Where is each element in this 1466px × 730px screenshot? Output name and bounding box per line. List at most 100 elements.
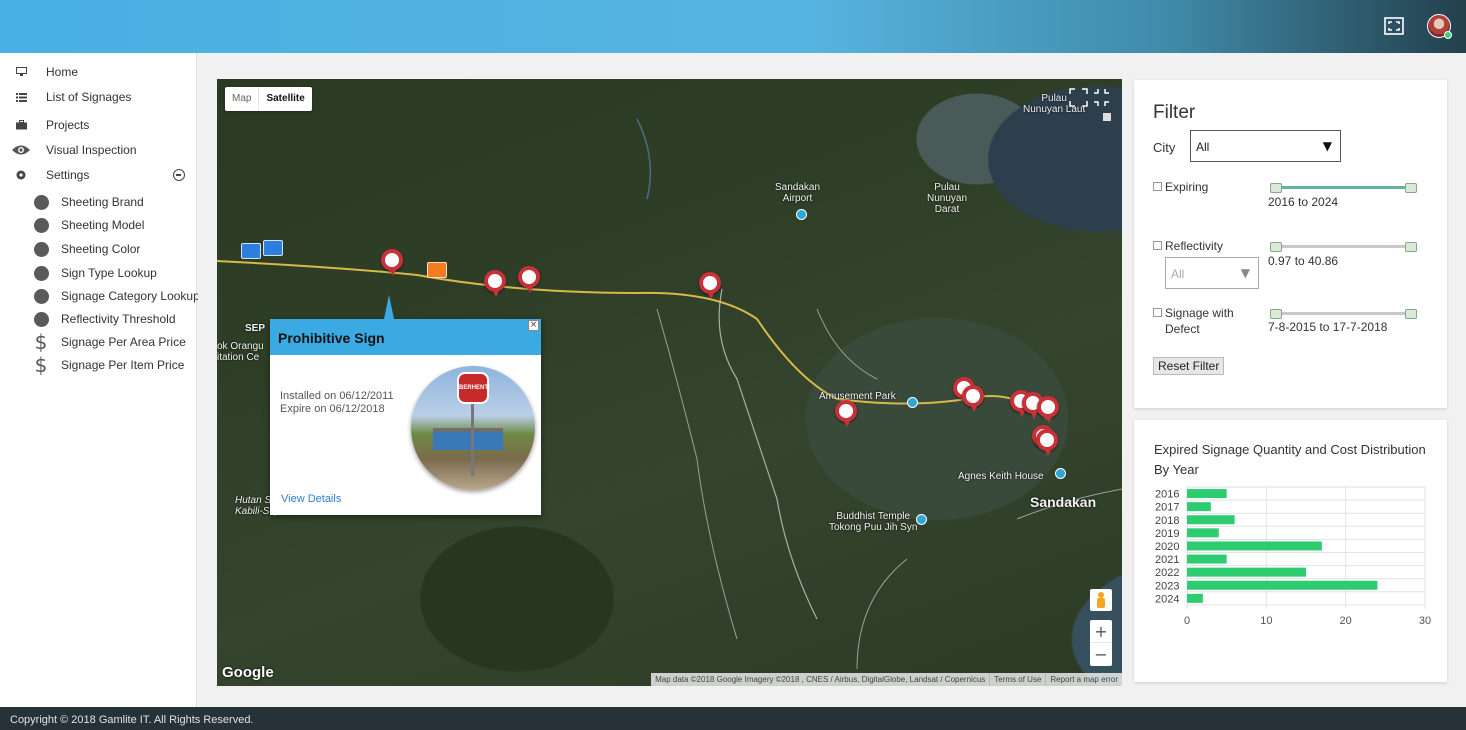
slider-handle-min[interactable] [1270, 309, 1282, 319]
reflectivity-select[interactable]: All ▼ [1165, 257, 1259, 289]
signage-marker-red[interactable] [518, 266, 540, 293]
sidebar-item-list-of-signages[interactable]: List of Signages [0, 86, 197, 108]
map-type-satellite-button[interactable]: Satellite [258, 87, 311, 111]
reflectivity-select-value: All [1171, 267, 1185, 281]
poi-icon[interactable] [907, 397, 918, 408]
sidebar-item-label: Signage Per Item Price [61, 358, 185, 372]
sidebar-item-home[interactable]: Home [0, 61, 197, 83]
zoom-in-button[interactable]: + [1090, 620, 1112, 643]
signage-marker-red[interactable] [381, 249, 403, 276]
city-label: City [1153, 140, 1176, 155]
street-view-pegman-icon[interactable] [1090, 589, 1112, 611]
map-type-control: Map Satellite [225, 87, 312, 111]
reset-filter-button[interactable]: Reset Filter [1153, 357, 1225, 375]
slider-handle-min[interactable] [1270, 242, 1282, 252]
expired-signage-bar-chart: 201620172018201920202021202220232024 0 10 2… [1155, 486, 1431, 627]
sidebar-item-projects[interactable]: Projects [0, 114, 197, 136]
signage-marker-red[interactable] [699, 272, 721, 299]
expire-date: Expire on 06/12/2018 [280, 403, 385, 415]
sidebar-item-sign-type-lookup[interactable]: Sign Type Lookup [0, 262, 197, 284]
reflectivity-label: Reflectivity [1165, 239, 1224, 253]
zoom-out-button[interactable]: − [1090, 643, 1112, 666]
sidebar-item-sheeting-brand[interactable]: Sheeting Brand [0, 191, 197, 213]
defect-checkbox[interactable] [1153, 308, 1162, 317]
map-label-amusement-park: Amusement Park [819, 391, 896, 402]
sidebar-item-sheeting-model[interactable]: Sheeting Model [0, 214, 197, 236]
terms-of-use-link[interactable]: Terms of Use [989, 673, 1045, 686]
slider-handle-min[interactable] [1270, 183, 1282, 193]
sidebar-item-signage-category-lookup[interactable]: Signage Category Lookup [0, 285, 200, 307]
expiring-range-slider[interactable] [1270, 183, 1417, 193]
signage-marker-orange[interactable] [427, 262, 447, 278]
top-header [0, 0, 1466, 53]
signage-marker-red[interactable] [484, 270, 506, 297]
slider-track [1274, 245, 1414, 248]
chevron-down-icon: ▼ [1240, 266, 1250, 280]
sidebar-item-settings[interactable]: Settings [0, 164, 197, 186]
signage-marker-blue[interactable] [263, 240, 283, 256]
sidebar-item-visual-inspection[interactable]: Visual Inspection [0, 139, 197, 161]
chart-category-label: 2024 [1155, 593, 1179, 605]
airport-icon[interactable] [796, 209, 807, 220]
signage-marker-blue[interactable] [241, 243, 261, 259]
signage-marker-red[interactable] [1037, 396, 1059, 423]
slider-track [1274, 186, 1414, 189]
report-map-error-link[interactable]: Report a map error [1045, 673, 1122, 686]
signage-marker-red[interactable] [835, 400, 857, 427]
sidebar-item-label: Sheeting Color [61, 242, 141, 256]
chevron-down-icon: ▼ [1322, 139, 1332, 153]
chart-tick-label: 10 [1260, 615, 1272, 627]
reflectivity-checkbox[interactable] [1153, 241, 1162, 250]
sidebar-item-reflectivity-threshold[interactable]: Reflectivity Threshold [0, 308, 197, 330]
sidebar-item-label: Sheeting Model [61, 218, 145, 232]
sidebar: Home List of Signages Projects Visual In… [0, 53, 200, 707]
sidebar-item-label: Signage Category Lookup [61, 289, 200, 303]
circle-icon [33, 217, 49, 233]
close-icon[interactable]: × [528, 320, 539, 331]
expiring-checkbox[interactable] [1153, 182, 1162, 191]
slider-handle-max[interactable] [1405, 309, 1417, 319]
installed-date: Installed on 06/12/2011 [280, 390, 394, 402]
chart-bar [1187, 541, 1322, 551]
slider-handle-max[interactable] [1405, 183, 1417, 193]
view-details-link[interactable]: View Details [281, 493, 341, 505]
poi-icon[interactable] [1055, 468, 1066, 479]
chart-tick-label: 30 [1419, 615, 1431, 627]
chart-category-label: 2020 [1155, 541, 1179, 553]
fullscreen-icon[interactable] [1384, 17, 1404, 35]
signage-marker-red[interactable] [1036, 429, 1058, 456]
circle-icon [33, 241, 49, 257]
poi-icon[interactable] [916, 514, 927, 525]
copyright-text: Copyright © 2018 Gamlite IT. All Rights … [10, 714, 254, 726]
filter-panel: Filter City All ▼ Expiring 2016 to 2024 … [1134, 80, 1447, 408]
sidebar-item-label: Sheeting Brand [61, 195, 144, 209]
signage-photo: BERHENTI [411, 366, 535, 490]
circle-icon [33, 311, 49, 327]
sidebar-item-label: Signage Per Area Price [61, 335, 186, 349]
map-type-map-button[interactable]: Map [225, 87, 258, 111]
chart-bar [1187, 502, 1211, 512]
sidebar-item-sheeting-color[interactable]: Sheeting Color [0, 238, 197, 260]
map-label-sep: SEP [245, 323, 266, 334]
filter-title: Filter [1153, 102, 1196, 123]
chart-bar [1187, 528, 1219, 538]
user-avatar[interactable] [1427, 14, 1452, 39]
reflectivity-range-slider[interactable] [1270, 242, 1417, 252]
collapse-settings-icon[interactable] [173, 169, 185, 181]
circle-icon [33, 265, 49, 281]
info-window-dates: Installed on 06/12/2011 Expire on 06/12/… [280, 390, 394, 416]
defect-date-range-slider[interactable] [1270, 309, 1417, 319]
city-select[interactable]: All ▼ [1190, 130, 1341, 162]
stop-sign-icon: BERHENTI [457, 372, 490, 404]
chart-bar [1187, 567, 1306, 577]
signage-marker-red[interactable] [962, 385, 984, 412]
map-label-buddhist-temple: Buddhist Temple Tokong Puu Jih Syn [829, 511, 918, 533]
chart-bar [1187, 489, 1227, 499]
expiring-label: Expiring [1165, 180, 1209, 194]
sidebar-item-signage-per-item-price[interactable]: $ Signage Per Item Price [0, 354, 197, 376]
map-label-pulau-nunuyan-laut: Pulau Nunuyan Laut [1023, 93, 1086, 115]
slider-handle-max[interactable] [1405, 242, 1417, 252]
defect-label-line-1: Signage with [1165, 306, 1234, 320]
sidebar-item-label: Home [46, 65, 79, 79]
sidebar-item-signage-per-area-price[interactable]: $ Signage Per Area Price [0, 331, 197, 353]
